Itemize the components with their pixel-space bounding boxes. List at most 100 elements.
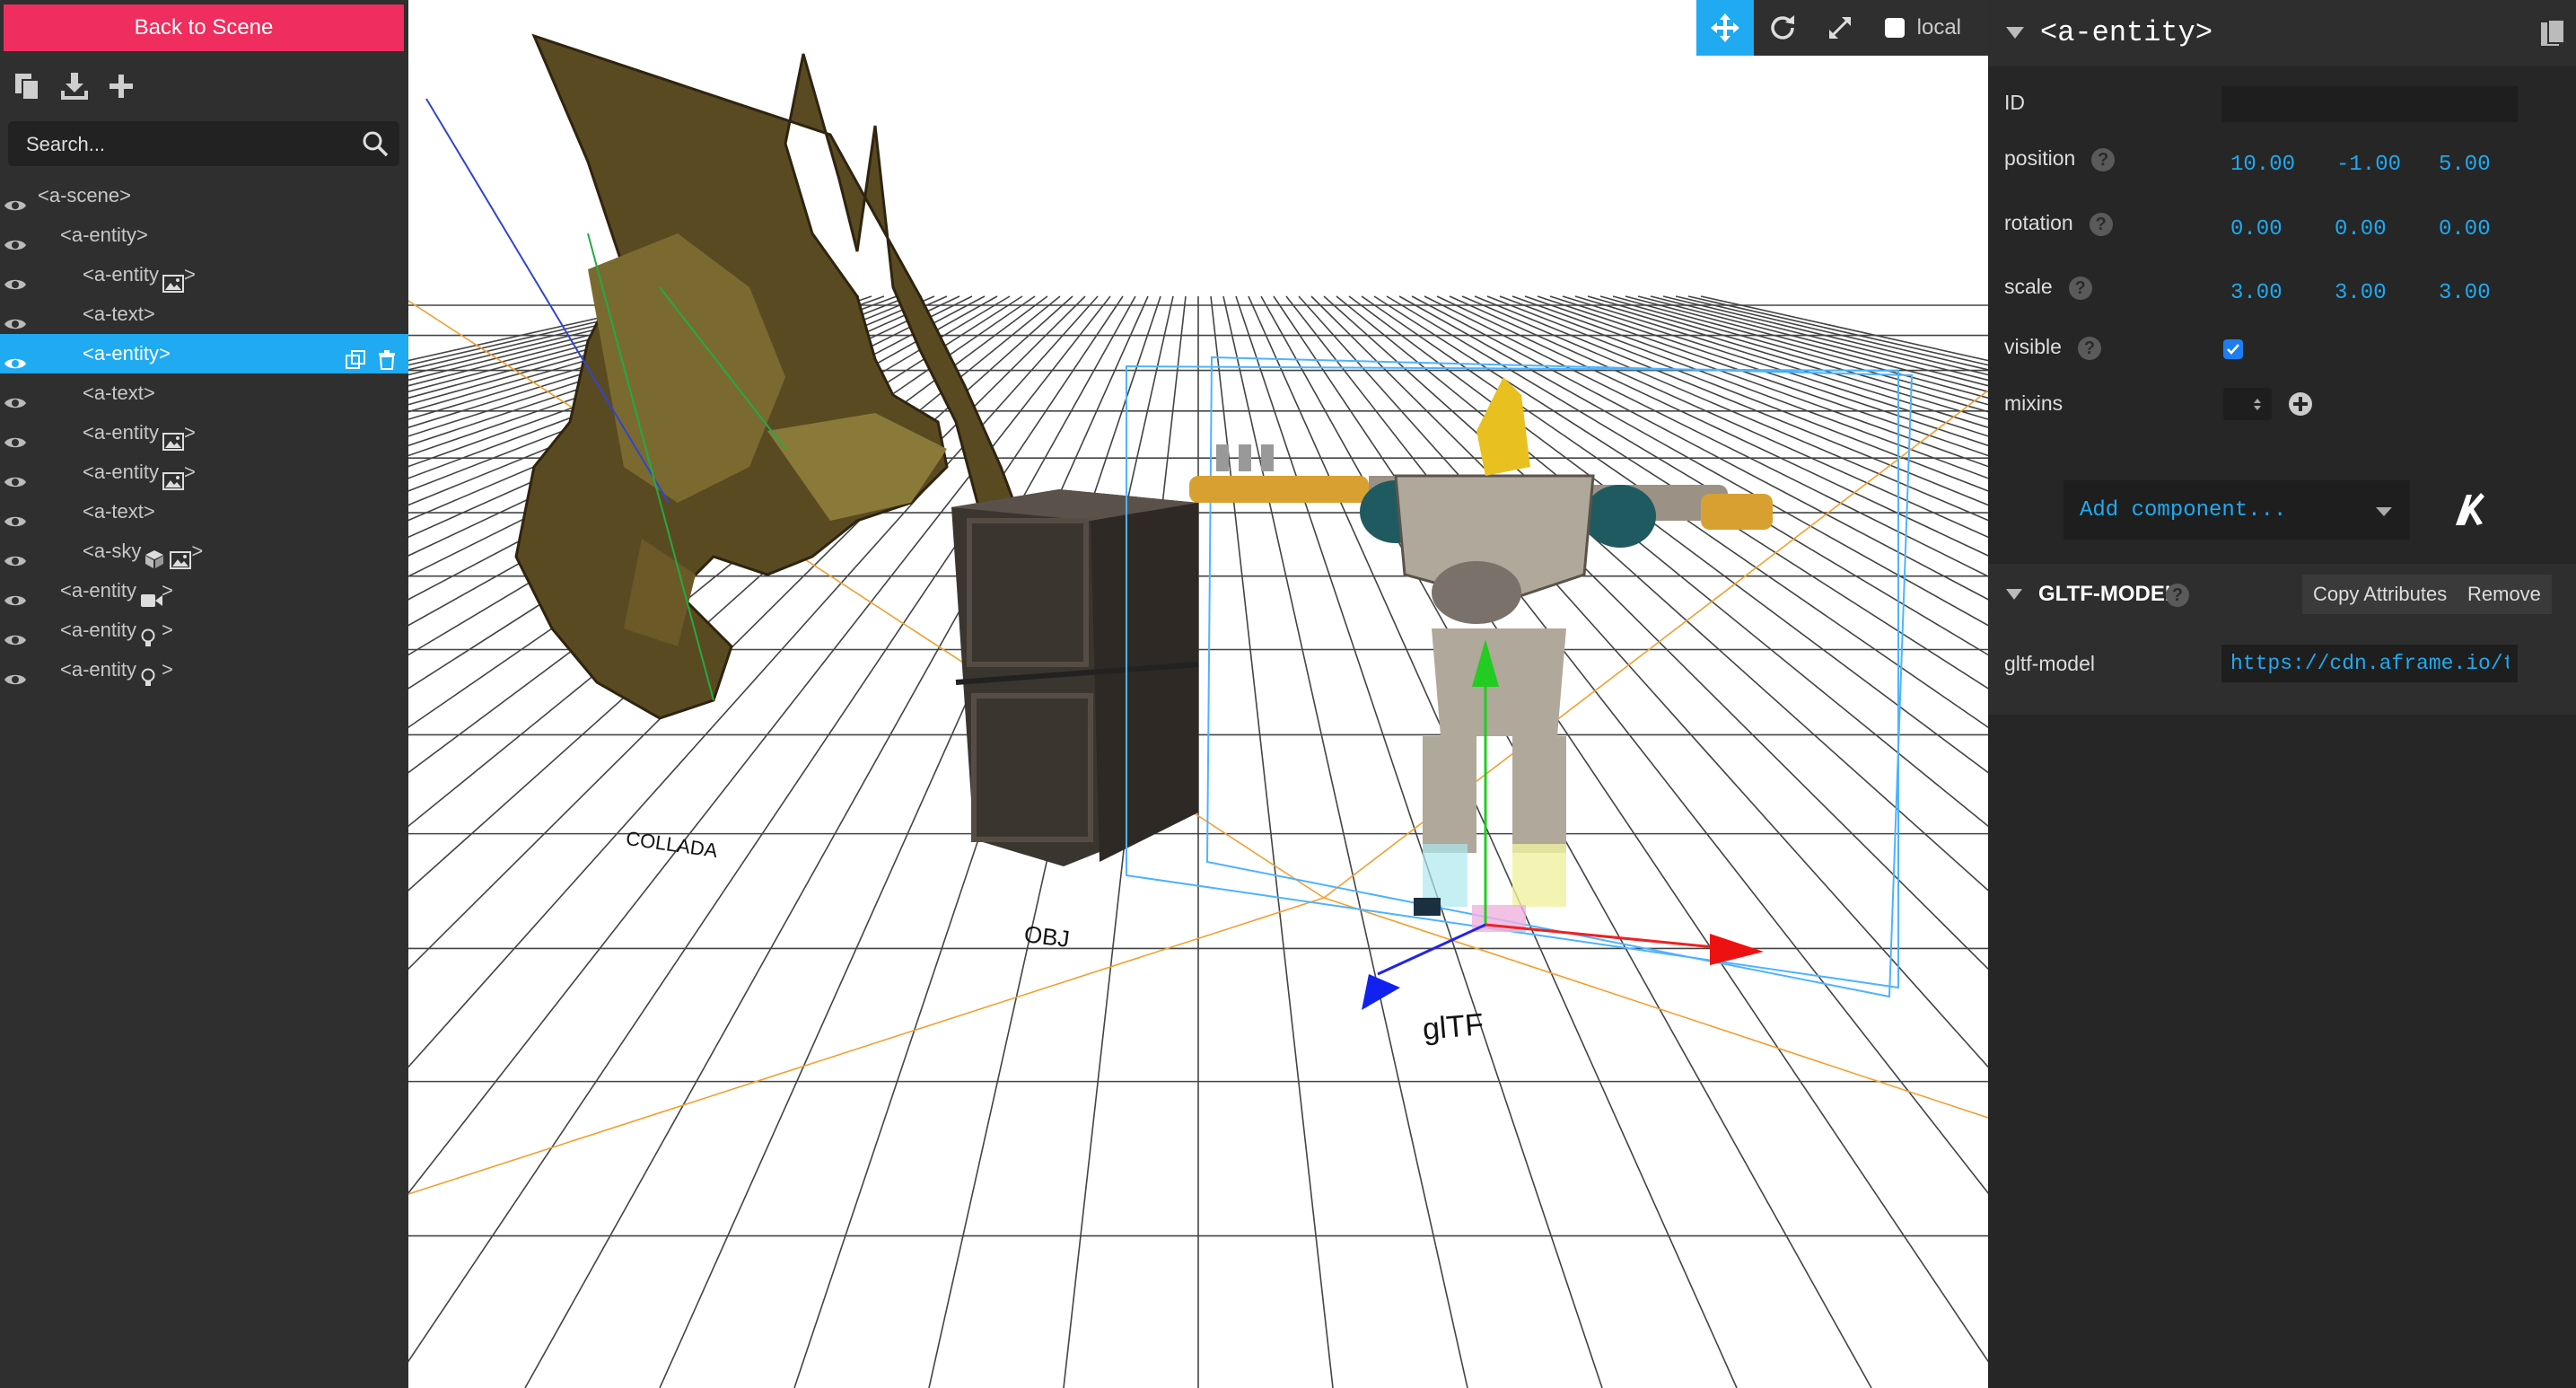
add-mixin-button[interactable]: [2288, 391, 2313, 417]
search-icon[interactable]: [362, 130, 389, 157]
tree-item-label: <a-text>: [83, 373, 155, 413]
gltf-model-input[interactable]: [2221, 645, 2518, 682]
help-icon[interactable]: ?: [2089, 212, 2113, 236]
eye-icon[interactable]: [4, 543, 27, 567]
eye-icon[interactable]: [4, 662, 27, 685]
tree-item-label: <a-text>: [83, 294, 155, 334]
trash-icon[interactable]: [378, 344, 398, 370]
grid-line: [1285, 295, 1988, 1195]
back-to-scene-button[interactable]: Back to Scene: [4, 4, 404, 51]
grid-line: [1700, 295, 1988, 362]
help-icon[interactable]: ?: [2068, 276, 2092, 300]
light-icon: [140, 662, 162, 687]
position-z[interactable]: 5.00: [2439, 153, 2491, 177]
transform-toolbar: local: [1695, 0, 1988, 56]
eye-icon[interactable]: [4, 267, 27, 290]
tree-item-suffix: >: [184, 263, 196, 286]
rotation-x[interactable]: 0.00: [2230, 217, 2282, 242]
tree-item-text: <a-text>: [83, 382, 155, 404]
tree-item-suffix: >: [162, 619, 173, 641]
eye-icon[interactable]: [4, 504, 27, 527]
collapse-icon[interactable]: [2006, 27, 2024, 39]
move-tool-button[interactable]: [1695, 0, 1754, 56]
rotation-label: rotation: [2004, 211, 2073, 234]
clone-icon[interactable]: [346, 344, 365, 369]
tree-item[interactable]: <a-entity>: [0, 413, 408, 452]
copy-attributes-button[interactable]: Copy Attributes: [2302, 575, 2458, 614]
tree-item-label: <a-scene>: [38, 176, 131, 215]
scale-tool-button[interactable]: [1811, 0, 1869, 56]
tree-item[interactable]: <a-entity>: [0, 334, 408, 373]
search-box: [8, 121, 399, 168]
tree-item[interactable]: <a-text>: [0, 294, 408, 334]
tree-item-suffix: >: [184, 461, 196, 483]
tree-item[interactable]: <a-entity>: [0, 452, 408, 492]
download-icon[interactable]: [59, 71, 90, 101]
tree-item[interactable]: <a-entity>: [0, 650, 408, 690]
collapse-icon[interactable]: [2006, 589, 2022, 600]
help-icon[interactable]: ?: [2077, 336, 2101, 360]
eye-icon[interactable]: [4, 227, 27, 250]
tree-item-text: <a-entity: [83, 421, 159, 444]
tree-item[interactable]: <a-sky >: [0, 531, 408, 571]
local-label: local: [1916, 15, 1961, 40]
plus-icon[interactable]: [106, 71, 136, 101]
tree-item-label: <a-entity>: [83, 334, 171, 373]
tree-item-label: <a-entity>: [83, 413, 196, 452]
local-toggle[interactable]: local: [1869, 0, 1988, 56]
copy-icon[interactable]: [13, 71, 43, 101]
aframe-registry-icon[interactable]: [2450, 489, 2490, 529]
tree-item[interactable]: <a-entity>: [0, 215, 408, 255]
scene-tree: <a-scene> <a-entity > <a-entity > <a-text> <a-…: [0, 176, 408, 690]
tree-item[interactable]: <a-entity>: [0, 255, 408, 294]
grid-line: [1574, 295, 1988, 420]
eye-icon[interactable]: [4, 425, 27, 448]
scale-x[interactable]: 3.00: [2230, 281, 2282, 305]
eye-icon[interactable]: [4, 346, 27, 369]
obj-crate-model: [951, 489, 1199, 866]
rotation-y[interactable]: 0.00: [2335, 217, 2387, 242]
visible-checkbox[interactable]: [2223, 339, 2243, 359]
add-component-select[interactable]: Add component...: [2063, 480, 2410, 540]
tree-item-text: <a-entity: [60, 619, 136, 641]
rotation-z[interactable]: 0.00: [2439, 217, 2491, 242]
tree-item[interactable]: <a-text>: [0, 373, 408, 413]
tree-item-label: <a-entity >: [60, 611, 173, 650]
scene-canvas[interactable]: [408, 0, 1988, 1388]
tree-item-suffix: >: [191, 540, 204, 562]
tree-item-text: <a-text>: [83, 303, 155, 325]
tree-item[interactable]: <a-entity >: [0, 611, 408, 650]
scale-y[interactable]: 3.00: [2335, 281, 2387, 305]
mixins-select[interactable]: [2223, 388, 2272, 420]
updown-icon: [2254, 399, 2261, 410]
rotate-tool-button[interactable]: [1754, 0, 1811, 56]
local-checkbox[interactable]: [1884, 18, 1905, 38]
check-icon: [2227, 344, 2239, 355]
remove-component-button[interactable]: Remove: [2457, 575, 2552, 614]
add-component-label: Add component...: [2080, 498, 2287, 523]
component-name: GLTF-MODEL: [2038, 582, 2178, 606]
eye-icon[interactable]: [4, 464, 27, 488]
help-icon[interactable]: ?: [2091, 147, 2116, 171]
tree-item[interactable]: <a-text>: [0, 492, 408, 531]
tree-item[interactable]: <a-entity>: [0, 571, 408, 611]
eye-icon[interactable]: [4, 583, 27, 606]
eye-icon[interactable]: [4, 306, 27, 329]
image-icon: [162, 267, 184, 294]
search-input[interactable]: [24, 121, 351, 168]
tree-item-text: <a-entity>: [83, 342, 171, 365]
position-x[interactable]: 10.00: [2230, 153, 2295, 177]
3d-viewport[interactable]: COLLADA OBJ glTF local: [408, 0, 1988, 1388]
position-y[interactable]: -1.00: [2336, 153, 2401, 177]
eye-icon[interactable]: [4, 188, 27, 211]
tree-item-text: <a-scene>: [38, 184, 131, 206]
tree-item[interactable]: <a-scene>: [0, 176, 408, 215]
scale-z[interactable]: 3.00: [2439, 281, 2491, 305]
help-icon[interactable]: ?: [2166, 584, 2189, 607]
gltf-model-component-header: GLTF-MODEL ? Copy Attributes Remove: [1988, 564, 2576, 625]
eye-icon[interactable]: [4, 385, 27, 408]
clipboard-icon[interactable]: [2538, 18, 2567, 48]
eye-icon[interactable]: [4, 622, 27, 646]
id-input[interactable]: [2221, 86, 2518, 122]
move-icon: [1710, 13, 1739, 42]
